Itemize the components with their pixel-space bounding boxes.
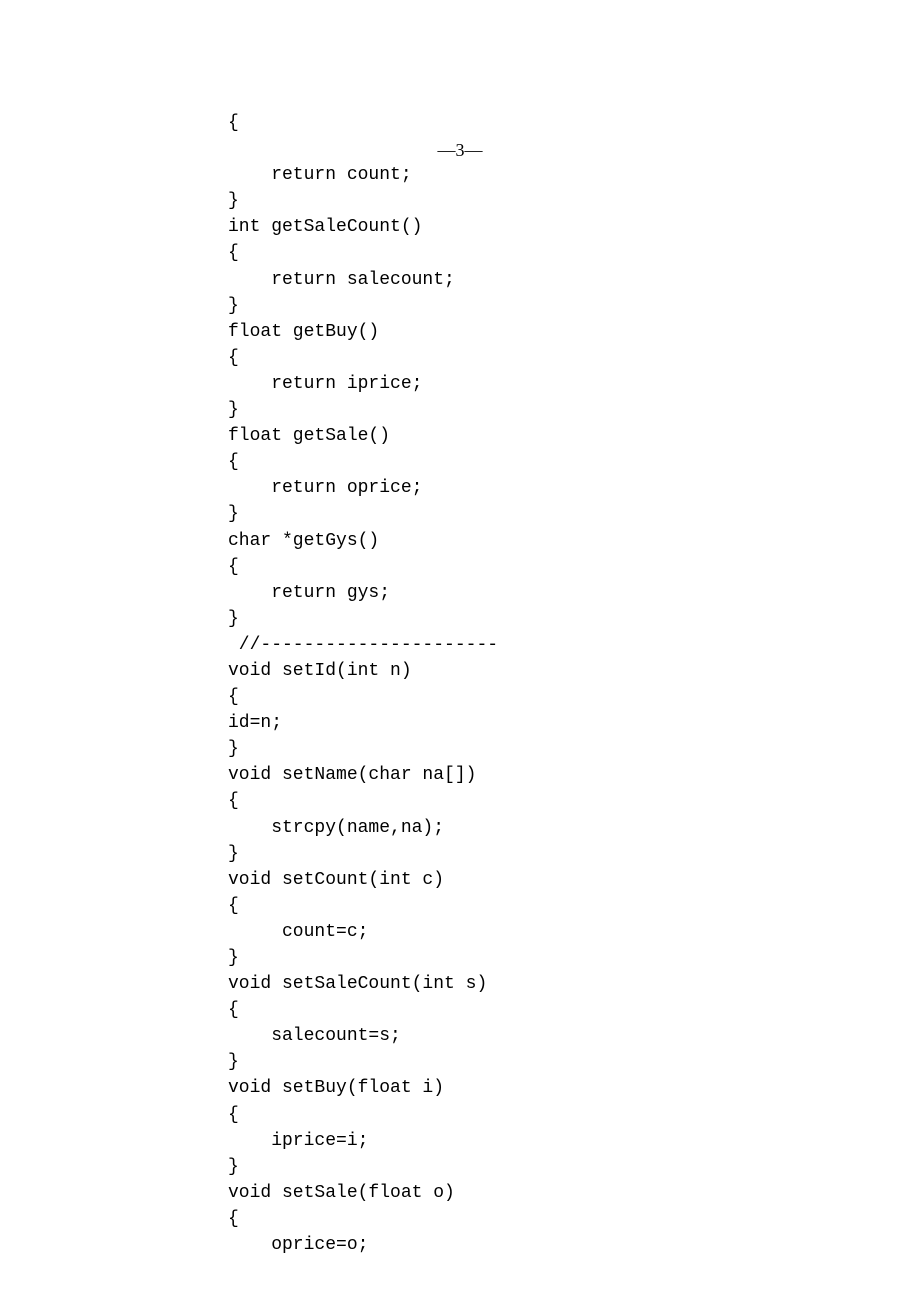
document-page: —3— { return count; } int getSaleCount()… <box>0 0 920 1302</box>
code-block: { return count; } int getSaleCount() { r… <box>228 110 498 1258</box>
